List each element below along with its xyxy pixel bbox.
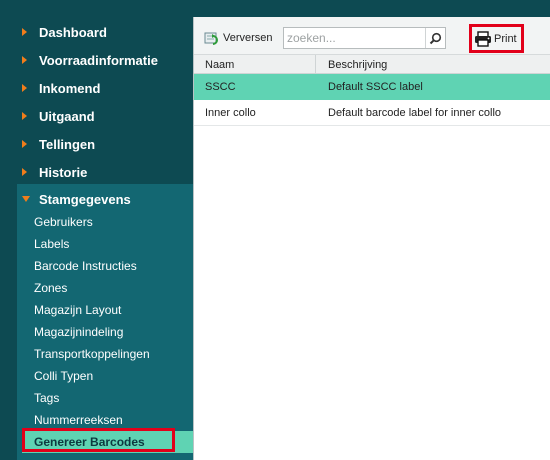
search-box [283,27,446,49]
caret-right-icon [22,84,27,92]
nav-item-tellingen[interactable]: Tellingen [0,130,193,158]
caret-right-icon [22,140,27,148]
nav-item-label: Historie [39,164,88,180]
table-cell-beschrijving: Default SSCC label [328,81,423,93]
search-button[interactable] [425,28,445,48]
sidebar-section-stamgegevens: Stamgegevens Gebruikers Labels Barcode I… [17,184,193,460]
nav-item-uitgaand[interactable]: Uitgaand [0,102,193,130]
table-cell-naam: Inner collo [205,107,256,119]
nav-item-label: Uitgaand [39,108,95,124]
sidebar-item-gebruikers[interactable]: Gebruikers [17,211,193,233]
table-row[interactable]: SSCC Default SSCC label [194,74,550,100]
toolbar: Verversen Print [194,17,550,55]
table-cell-naam: SSCC [205,81,236,93]
sidebar-item-genereer-barcodes[interactable]: Genereer Barcodes [22,428,193,453]
sidebar-item-tags[interactable]: Tags [17,387,193,409]
nav-item-label: Voorraadinformatie [39,52,158,68]
sidebar-item-labels[interactable]: Labels [17,233,193,255]
nav-item-voorraadinformatie[interactable]: Voorraadinformatie [0,46,193,74]
caret-down-icon [22,196,30,202]
sidebar-item-magazijn-layout[interactable]: Magazijn Layout [17,299,193,321]
caret-right-icon [22,28,27,36]
nav-item-label: Tellingen [39,136,96,152]
caret-right-icon [22,112,27,120]
nav-item-historie[interactable]: Historie [0,158,193,186]
nav-item-stamgegevens[interactable]: Stamgegevens [17,184,193,214]
nav-item-label: Stamgegevens [39,191,131,207]
sidebar-item-zones[interactable]: Zones [17,277,193,299]
search-icon [429,32,442,44]
caret-right-icon [22,56,27,64]
sidebar-item-label: Genereer Barcodes [34,435,145,449]
sidebar-item-barcode-instructies[interactable]: Barcode Instructies [17,255,193,277]
grid-header: Naam Beschrijving [194,55,550,74]
table-row[interactable]: Inner collo Default barcode label for in… [194,100,550,126]
main-panel: Verversen Print Naam Beschrijving [193,17,550,460]
refresh-button[interactable]: Verversen [204,29,273,47]
printer-icon [475,30,491,47]
sidebar-item-transportkoppelingen[interactable]: Transportkoppelingen [17,343,193,365]
nav-item-inkomend[interactable]: Inkomend [0,74,193,102]
column-header-naam[interactable]: Naam [194,55,316,74]
nav-item-label: Inkomend [39,80,101,96]
print-button[interactable]: Print [469,24,524,53]
print-label: Print [494,32,517,45]
column-header-beschrijving[interactable]: Beschrijving [316,55,550,74]
refresh-icon [204,31,220,45]
nav-item-dashboard[interactable]: Dashboard [0,18,193,46]
caret-right-icon [22,168,27,176]
sidebar: Dashboard Voorraadinformatie Inkomend Ui… [0,0,193,460]
sidebar-item-nummerreeksen[interactable]: Nummerreeksen [17,409,193,431]
refresh-label: Verversen [223,32,273,44]
nav-item-label: Dashboard [39,24,107,40]
sidebar-item-colli-typen[interactable]: Colli Typen [17,365,193,387]
search-input[interactable] [284,28,425,48]
table-cell-beschrijving: Default barcode label for inner collo [328,107,502,119]
sidebar-item-magazijnindeling[interactable]: Magazijnindeling [17,321,193,343]
